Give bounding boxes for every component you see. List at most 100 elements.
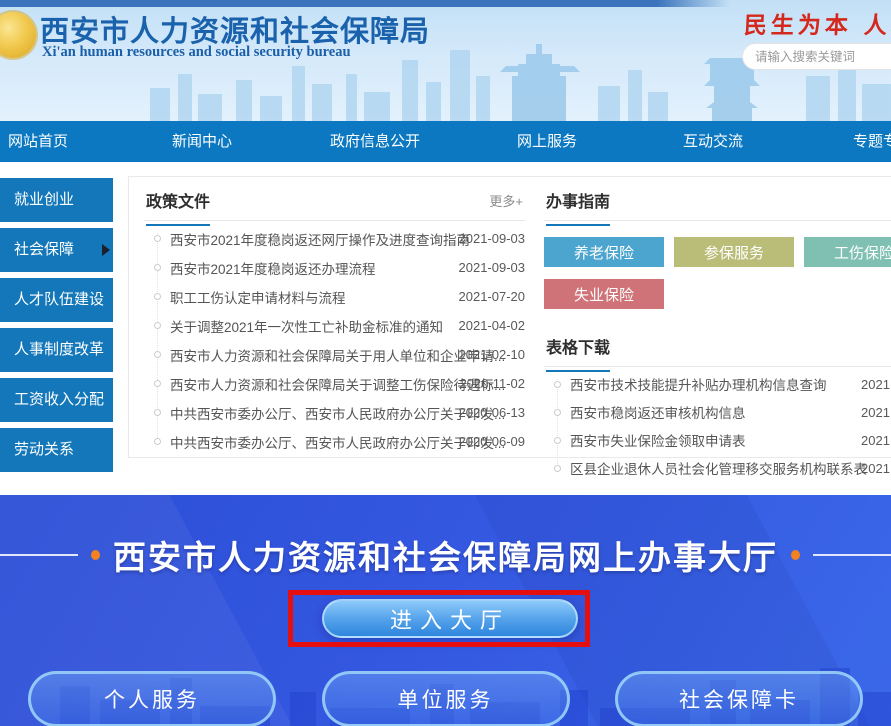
bullet-icon bbox=[154, 380, 161, 387]
bullet-icon bbox=[554, 381, 561, 388]
policy-item-date: 2021-09-03 bbox=[459, 260, 526, 275]
banner-bottom-buttons: 个人服务 单位服务 社会保障卡 bbox=[0, 671, 891, 726]
bullet-icon bbox=[154, 264, 161, 271]
sidebar-item[interactable]: 社会保障 bbox=[0, 228, 113, 272]
bullet-icon bbox=[154, 438, 161, 445]
form-list-item[interactable]: 西安市稳岗返还审核机构信息 2021 bbox=[544, 398, 891, 426]
sidebar-item-label: 人事制度改革 bbox=[14, 341, 104, 358]
policy-list-item[interactable]: 西安市人力资源和社会保障局关于用人单位和企业申请... 2021-02-10 bbox=[144, 340, 525, 369]
policy-more-link[interactable]: 更多+ bbox=[489, 191, 523, 210]
policy-item-title: 西安市2021年度稳岗返还网厅操作及进度查询指南 bbox=[170, 229, 470, 249]
form-list-item[interactable]: 区县企业退休人员社会化管理移交服务机构联系表 2021 bbox=[544, 454, 891, 482]
decor-line-left bbox=[0, 554, 78, 556]
guide-button[interactable]: 养老保险 bbox=[544, 237, 664, 267]
policy-item-date: 2021-09-03 bbox=[459, 231, 526, 246]
nav-item[interactable]: 专题专栏 bbox=[853, 121, 891, 162]
sidebar-item-label: 劳动关系 bbox=[14, 441, 74, 458]
nav-item[interactable]: 互动交流 bbox=[683, 121, 743, 162]
bullet-icon bbox=[154, 351, 161, 358]
form-item-date: 2021 bbox=[861, 433, 890, 448]
policy-list-item[interactable]: 中共西安市委办公厅、西安市人民政府办公厅关于印发... 2020-06-09 bbox=[144, 427, 525, 456]
red-highlight-box bbox=[288, 590, 590, 647]
policy-item-date: 2020-11-02 bbox=[459, 376, 525, 391]
nav-item[interactable]: 政府信息公开 bbox=[330, 121, 420, 162]
bullet-icon bbox=[154, 322, 161, 329]
page: 西安市人力资源和社会保障局 Xi'an human resources and … bbox=[0, 0, 891, 726]
decor-dot-left bbox=[91, 550, 100, 560]
form-item-date: 2021 bbox=[861, 461, 890, 476]
service-pill-button[interactable]: 社会保障卡 bbox=[615, 671, 863, 726]
guide-button[interactable]: 工伤保险 bbox=[804, 237, 891, 267]
policy-list-item[interactable]: 西安市2021年度稳岗返还办理流程 2021-09-03 bbox=[144, 253, 525, 282]
banner-title-row: 西安市人力资源和社会保障局网上办事大厅 bbox=[0, 531, 891, 579]
guide-section-header: 办事指南 bbox=[544, 177, 891, 221]
site-header: 西安市人力资源和社会保障局 Xi'an human resources and … bbox=[0, 0, 891, 121]
policy-item-title: 中共西安市委办公厅、西安市人民政府办公厅关于印发... bbox=[170, 403, 505, 423]
calligraphy-slogan: 民生为本 人才 bbox=[743, 6, 891, 40]
policy-item-title: 西安市人力资源和社会保障局关于调整工伤保险待遇标... bbox=[170, 374, 505, 394]
sidebar-item-label: 人才队伍建设 bbox=[14, 291, 104, 308]
search-input[interactable] bbox=[742, 43, 891, 70]
service-hall-banner: 西安市人力资源和社会保障局网上办事大厅 进入大厅 个人服务 单位服务 社会保障卡 bbox=[0, 495, 891, 726]
policy-section-header: 政策文件 更多+ bbox=[144, 177, 525, 221]
form-list-item[interactable]: 西安市失业保险金领取申请表 2021 bbox=[544, 426, 891, 454]
sidebar-item-label: 就业创业 bbox=[14, 191, 74, 208]
policy-item-date: 2021-04-02 bbox=[459, 318, 526, 333]
policy-item-date: 2020-06-09 bbox=[459, 434, 526, 449]
banner-title: 西安市人力资源和社会保障局网上办事大厅 bbox=[113, 531, 778, 579]
form-item-title: 西安市技术技能提升补贴办理机构信息查询 bbox=[570, 374, 827, 394]
policy-list-item[interactable]: 西安市2021年度稳岗返还网厅操作及进度查询指南 2021-09-03 bbox=[144, 224, 525, 253]
policy-list-item[interactable]: 中共西安市委办公厅、西安市人民政府办公厅关于印发... 2020-06-13 bbox=[144, 398, 525, 427]
policy-list-item[interactable]: 关于调整2021年一次性工亡补助金标准的通知 2021-04-02 bbox=[144, 311, 525, 340]
form-item-title: 区县企业退休人员社会化管理移交服务机构联系表 bbox=[570, 458, 867, 478]
site-subtitle-english: Xi'an human resources and social securit… bbox=[42, 44, 351, 61]
policy-item-title: 西安市人力资源和社会保障局关于用人单位和企业申请... bbox=[170, 345, 505, 365]
sidebar-menu: 就业创业 社会保障 人才队伍建设 人事制度改革 bbox=[0, 178, 113, 478]
active-arrow-icon bbox=[102, 244, 110, 256]
guide-section-title: 办事指南 bbox=[546, 188, 610, 226]
decor-line-right bbox=[813, 554, 891, 556]
policy-item-title: 西安市2021年度稳岗返还办理流程 bbox=[170, 258, 376, 278]
forms-section-header: 表格下载 bbox=[544, 323, 891, 367]
policy-item-date: 2021-02-10 bbox=[459, 347, 526, 362]
policy-section: 政策文件 更多+ 西安市2021年度稳岗返还网厅操作及进度查询指南 2021-0… bbox=[144, 177, 525, 456]
policy-item-title: 职工工伤认定申请材料与流程 bbox=[170, 287, 346, 307]
service-pill-button[interactable]: 单位服务 bbox=[322, 671, 570, 726]
nav-item[interactable]: 网站首页 bbox=[8, 121, 68, 162]
bullet-icon bbox=[154, 293, 161, 300]
form-item-title: 西安市失业保险金领取申请表 bbox=[570, 430, 746, 450]
sidebar-item[interactable]: 工资收入分配 bbox=[0, 378, 113, 422]
header-top-strip bbox=[0, 0, 730, 7]
main-content: 就业创业 社会保障 人才队伍建设 人事制度改革 bbox=[0, 162, 891, 495]
policy-item-title: 关于调整2021年一次性工亡补助金标准的通知 bbox=[170, 316, 443, 336]
guide-button[interactable]: 失业保险 bbox=[544, 279, 664, 309]
policy-list-item[interactable]: 西安市人力资源和社会保障局关于调整工伤保险待遇标... 2020-11-02 bbox=[144, 369, 525, 398]
bullet-icon bbox=[154, 235, 161, 242]
bullet-icon bbox=[154, 409, 161, 416]
nav-item[interactable]: 新闻中心 bbox=[172, 121, 232, 162]
guide-buttons: 养老保险 参保服务 工伤保险 失业保险 bbox=[544, 221, 891, 323]
bullet-icon bbox=[554, 409, 561, 416]
nav-item[interactable]: 网上服务 bbox=[517, 121, 577, 162]
policy-item-title: 中共西安市委办公厅、西安市人民政府办公厅关于印发... bbox=[170, 432, 505, 452]
sidebar-item[interactable]: 人事制度改革 bbox=[0, 328, 113, 372]
sidebar-item[interactable]: 就业创业 bbox=[0, 178, 113, 222]
sidebar-item[interactable]: 人才队伍建设 bbox=[0, 278, 113, 322]
main-navbar: 网站首页 新闻中心 政府信息公开 网上服务 互动交流 专题专栏 bbox=[0, 121, 891, 162]
forms-list: 西安市技术技能提升补贴办理机构信息查询 2021 西安市稳岗返还审核机构信息 2… bbox=[544, 367, 891, 482]
guide-button[interactable]: 参保服务 bbox=[674, 237, 794, 267]
form-item-date: 2021 bbox=[861, 377, 890, 392]
policy-list-item[interactable]: 职工工伤认定申请材料与流程 2021-07-20 bbox=[144, 282, 525, 311]
bullet-icon bbox=[554, 437, 561, 444]
policy-item-date: 2021-07-20 bbox=[459, 289, 526, 304]
form-list-item[interactable]: 西安市技术技能提升补贴办理机构信息查询 2021 bbox=[544, 370, 891, 398]
policy-item-date: 2020-06-13 bbox=[459, 405, 526, 420]
form-item-date: 2021 bbox=[861, 405, 890, 420]
service-pill-button[interactable]: 个人服务 bbox=[28, 671, 276, 726]
decor-dot-right bbox=[791, 550, 800, 560]
guide-section: 办事指南 养老保险 参保服务 工伤保险 失业保险 表格下载 bbox=[544, 177, 891, 482]
bullet-icon bbox=[554, 465, 561, 472]
content-box: 政策文件 更多+ 西安市2021年度稳岗返还网厅操作及进度查询指南 2021-0… bbox=[128, 176, 891, 458]
form-item-title: 西安市稳岗返还审核机构信息 bbox=[570, 402, 746, 422]
sidebar-item[interactable]: 劳动关系 bbox=[0, 428, 113, 472]
